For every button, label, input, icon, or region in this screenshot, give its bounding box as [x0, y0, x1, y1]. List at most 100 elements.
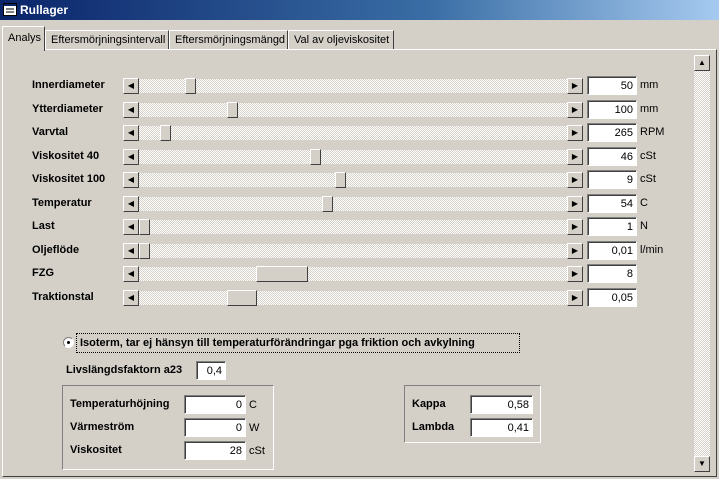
varvtal-slider[interactable]: ◀ ▶ [122, 125, 584, 141]
arrow-left-icon: ◀ [127, 199, 135, 208]
ytterdiameter-slider[interactable]: ◀ ▶ [122, 102, 584, 118]
arrow-left-icon: ◀ [127, 152, 135, 161]
scroll-left-button[interactable]: ◀ [123, 172, 139, 188]
innerdiameter-label: Innerdiameter [32, 79, 105, 91]
viskositet-40-slider[interactable]: ◀ ▶ [122, 149, 584, 165]
window-title: Rullager [20, 3, 69, 17]
ytterdiameter-value-field[interactable]: 100 [587, 100, 637, 119]
tab-strip: Analys Eftersmörjningsintervall Eftersmö… [0, 26, 719, 51]
scroll-right-button[interactable]: ▶ [567, 219, 583, 235]
heat-flow-field[interactable]: 0 [184, 418, 246, 437]
arrow-right-icon: ▶ [571, 293, 579, 302]
viscosity-result-field[interactable]: 28 [184, 441, 246, 460]
kappa-field[interactable]: 0,58 [470, 395, 533, 414]
arrow-right-icon: ▶ [571, 246, 579, 255]
traktionstal-label: Traktionstal [32, 291, 94, 303]
varvtal-value-field[interactable]: 265 [587, 123, 637, 142]
arrow-left-icon: ◀ [127, 293, 135, 302]
tab-val-av-oljeviskositet[interactable]: Val av oljeviskositet [288, 30, 394, 50]
viskositet-40-label: Viskositet 40 [32, 150, 100, 162]
heat-flow-label: Värmeström [70, 421, 135, 433]
arrow-left-icon: ◀ [127, 81, 135, 90]
oljeflode-slider[interactable]: ◀ ▶ [122, 243, 584, 259]
last-value-field[interactable]: 1 [587, 217, 637, 236]
viskositet-100-slider[interactable]: ◀ ▶ [122, 172, 584, 188]
viskositet-40-slider-thumb[interactable] [310, 149, 321, 165]
ytterdiameter-slider-thumb[interactable] [227, 102, 238, 118]
temperatur-slider-thumb[interactable] [322, 196, 333, 212]
scroll-left-button[interactable]: ◀ [123, 125, 139, 141]
oljeflode-value-field[interactable]: 0,01 [587, 241, 637, 260]
scroll-left-button[interactable]: ◀ [123, 266, 139, 282]
innerdiameter-slider-thumb[interactable] [185, 78, 196, 94]
innerdiameter-value-field[interactable]: 50 [587, 76, 637, 95]
arrow-right-icon: ▶ [571, 199, 579, 208]
tab-eftersmorjningsmangd[interactable]: Eftersmörjningsmängd [169, 30, 288, 50]
scroll-left-button[interactable]: ◀ [123, 290, 139, 306]
scroll-left-button[interactable]: ◀ [123, 196, 139, 212]
scroll-left-button[interactable]: ◀ [123, 102, 139, 118]
scroll-right-button[interactable]: ▶ [567, 172, 583, 188]
scroll-right-button[interactable]: ▶ [567, 102, 583, 118]
scroll-right-button[interactable]: ▶ [567, 125, 583, 141]
traktionstal-value-field[interactable]: 0,05 [587, 288, 637, 307]
viscosity-result-unit: cSt [249, 445, 265, 457]
title-bar[interactable]: Rullager [0, 0, 719, 20]
lambda-field[interactable]: 0,41 [470, 418, 533, 437]
oljeflode-slider-thumb[interactable] [139, 243, 150, 259]
oljeflode-label: Oljeflöde [32, 244, 80, 256]
scroll-left-button[interactable]: ◀ [123, 243, 139, 259]
traktionstal-slider-thumb[interactable] [227, 290, 257, 306]
scroll-down-button[interactable]: ▼ [694, 456, 710, 472]
traktionstal-slider[interactable]: ◀ ▶ [122, 290, 584, 306]
scroll-right-button[interactable]: ▶ [567, 290, 583, 306]
scroll-left-button[interactable]: ◀ [123, 78, 139, 94]
life-factor-field[interactable]: 0,4 [196, 361, 226, 380]
temperatur-label: Temperatur [32, 197, 92, 209]
viskositet-100-unit: cSt [640, 173, 656, 185]
isotherm-option[interactable]: Isoterm, tar ej hänsyn till temperaturfö… [76, 333, 520, 353]
varvtal-slider-thumb[interactable] [160, 125, 171, 141]
temperatur-slider[interactable]: ◀ ▶ [122, 196, 584, 212]
temperature-rise-field[interactable]: 0 [184, 395, 246, 414]
last-slider[interactable]: ◀ ▶ [122, 219, 584, 235]
fzg-label: FZG [32, 267, 54, 279]
viskositet-40-unit: cSt [640, 150, 656, 162]
arrow-left-icon: ◀ [127, 269, 135, 278]
arrow-left-icon: ◀ [127, 222, 135, 231]
scroll-right-button[interactable]: ▶ [567, 78, 583, 94]
heat-flow-unit: W [249, 422, 260, 434]
scroll-right-button[interactable]: ▶ [567, 243, 583, 259]
tab-label: Val av oljeviskositet [294, 34, 390, 46]
lambda-label: Lambda [412, 421, 455, 433]
fzg-slider-thumb[interactable] [256, 266, 308, 282]
last-slider-thumb[interactable] [139, 219, 150, 235]
innerdiameter-slider[interactable]: ◀ ▶ [122, 78, 584, 94]
scroll-up-button[interactable]: ▲ [694, 55, 710, 71]
innerdiameter-unit: mm [640, 79, 659, 91]
arrow-up-icon: ▲ [698, 58, 706, 67]
life-factor-label: Livslängdsfaktorn a23 [66, 364, 183, 376]
vertical-scrollbar[interactable]: ▲ ▼ [694, 55, 710, 472]
scroll-right-button[interactable]: ▶ [567, 266, 583, 282]
temperatur-value-field[interactable]: 54 [587, 194, 637, 213]
viskositet-40-value-field[interactable]: 46 [587, 147, 637, 166]
fzg-slider[interactable]: ◀ ▶ [122, 266, 584, 282]
viskositet-100-value-field[interactable]: 9 [587, 170, 637, 189]
tab-label: Analys [8, 32, 42, 44]
temperatur-unit: C [640, 197, 648, 209]
last-unit: N [640, 220, 648, 232]
tab-label: Eftersmörjningsintervall [51, 34, 166, 46]
isotherm-label: Isoterm, tar ej hänsyn till temperaturfö… [80, 337, 475, 349]
arrow-left-icon: ◀ [127, 175, 135, 184]
isotherm-radio[interactable] [63, 337, 74, 348]
scroll-left-button[interactable]: ◀ [123, 149, 139, 165]
scroll-left-button[interactable]: ◀ [123, 219, 139, 235]
tab-analys[interactable]: Analys [2, 26, 45, 51]
tab-eftersmorjningsintervall[interactable]: Eftersmörjningsintervall [45, 30, 169, 50]
viskositet-100-slider-thumb[interactable] [335, 172, 346, 188]
fzg-value-field[interactable]: 8 [587, 264, 637, 283]
scroll-right-button[interactable]: ▶ [567, 196, 583, 212]
tab-label: Eftersmörjningsmängd [175, 34, 286, 46]
scroll-right-button[interactable]: ▶ [567, 149, 583, 165]
